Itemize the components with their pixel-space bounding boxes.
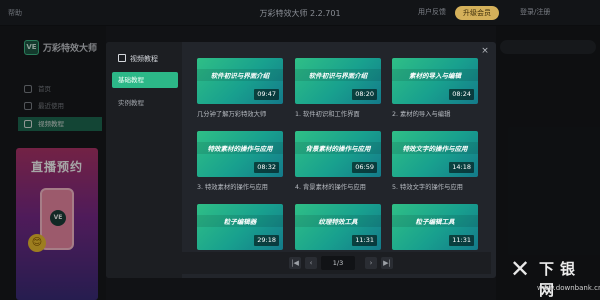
video-thumbnail[interactable]: 粒子编辑工具 11:31 bbox=[392, 204, 478, 250]
duration-badge: 06:59 bbox=[352, 162, 377, 173]
app-window: VE 万彩特效大师 首页 最近使用 视频教程 直播预约 VE 😊 帮助 万彩特效… bbox=[0, 0, 600, 300]
watermark-url: www.downbank.cn bbox=[537, 284, 600, 292]
duration-badge: 09:47 bbox=[254, 89, 279, 100]
video-caption: 5. 特效文字的操作与应用 bbox=[392, 184, 463, 191]
tab-examples[interactable]: 实例教程 bbox=[112, 95, 178, 111]
video-caption: 1. 软件初识和工作界面 bbox=[295, 111, 360, 118]
video-thumbnail[interactable]: 特效文字的操作与应用 14:18 bbox=[392, 131, 478, 177]
video-card[interactable]: 粒子编辑工具 11:31 bbox=[392, 204, 478, 250]
thumbnail-title: 软件初识与界面介绍 bbox=[210, 72, 270, 80]
duration-badge: 08:20 bbox=[352, 89, 377, 100]
video-card[interactable]: 背景素材的操作与应用 06:59 4. 背景素材的操作与应用 bbox=[295, 131, 381, 191]
thumbnail-title: 纹理特效工具 bbox=[318, 218, 358, 226]
pagination: |◀ ‹ 1/3 › ▶| bbox=[181, 252, 491, 274]
video-caption: 3. 特效素材的操作与应用 bbox=[197, 184, 268, 191]
watermark: ✕ 下银网 www.downbank.cn bbox=[505, 252, 600, 300]
thumbnail-title: 特效素材的操作与应用 bbox=[207, 145, 273, 153]
watermark-logo-icon: ✕ bbox=[509, 255, 531, 283]
video-caption: 几分钟了解万彩特效大师 bbox=[197, 111, 267, 118]
prev-page-button[interactable]: ‹ bbox=[305, 257, 317, 269]
feedback-link[interactable]: 用户反馈 bbox=[418, 7, 446, 17]
page-indicator[interactable]: 1/3 bbox=[321, 256, 355, 270]
dialog-title: 视频教程 bbox=[130, 55, 158, 63]
thumbnail-title: 软件初识与界面介绍 bbox=[308, 72, 368, 80]
last-page-button[interactable]: ▶| bbox=[381, 257, 393, 269]
video-card[interactable]: 素材的导入与编辑 08:24 2. 素材的导入与编辑 bbox=[392, 58, 478, 118]
duration-badge: 08:24 bbox=[449, 89, 474, 100]
video-thumbnail[interactable]: 素材的导入与编辑 08:24 bbox=[392, 58, 478, 104]
video-thumbnail[interactable]: 纹理特效工具 11:31 bbox=[295, 204, 381, 250]
close-icon[interactable]: × bbox=[480, 46, 490, 56]
window-title: 万彩特效大师 2.2.701 bbox=[259, 9, 341, 18]
video-thumbnail[interactable]: 软件初识与界面介绍 09:47 bbox=[197, 58, 283, 104]
thumbnail-title: 特效文字的操作与应用 bbox=[402, 145, 468, 153]
next-page-button[interactable]: › bbox=[365, 257, 377, 269]
login-button[interactable]: 登录/注册 bbox=[520, 7, 550, 17]
thumbnail-title: 粒子编辑器 bbox=[223, 218, 257, 226]
dialog-header: 视频教程 bbox=[118, 54, 158, 64]
video-caption: 4. 背景素材的操作与应用 bbox=[295, 184, 366, 191]
video-card[interactable]: 纹理特效工具 11:31 bbox=[295, 204, 381, 250]
thumbnail-title: 粒子编辑工具 bbox=[415, 218, 455, 226]
video-card[interactable]: 软件初识与界面介绍 08:20 1. 软件初识和工作界面 bbox=[295, 58, 381, 118]
tutorial-dialog: 视频教程 基础教程 实例教程 × 软件初识与界面介绍 09:47 几分钟了解万彩特… bbox=[106, 42, 496, 278]
video-thumbnail[interactable]: 背景素材的操作与应用 06:59 bbox=[295, 131, 381, 177]
duration-badge: 11:31 bbox=[449, 235, 474, 246]
tutorial-nav: 视频教程 基础教程 实例教程 bbox=[106, 42, 182, 278]
thumbnail-title: 背景素材的操作与应用 bbox=[305, 145, 371, 153]
thumbnail-title: 素材的导入与编辑 bbox=[409, 72, 461, 80]
video-icon bbox=[118, 54, 126, 62]
video-card[interactable]: 特效素材的操作与应用 08:32 3. 特效素材的操作与应用 bbox=[197, 131, 283, 191]
video-thumbnail[interactable]: 软件初识与界面介绍 08:20 bbox=[295, 58, 381, 104]
duration-badge: 14:18 bbox=[449, 162, 474, 173]
duration-badge: 08:32 bbox=[254, 162, 279, 173]
duration-badge: 29:18 bbox=[254, 235, 279, 246]
video-card[interactable]: 粒子编辑器 29:18 bbox=[197, 204, 283, 250]
video-thumbnail[interactable]: 特效素材的操作与应用 08:32 bbox=[197, 131, 283, 177]
duration-badge: 11:31 bbox=[352, 235, 377, 246]
upgrade-button[interactable]: 升级会员 bbox=[455, 6, 499, 20]
watermark-brand: 下银网 bbox=[539, 260, 582, 299]
title-bar: 帮助 万彩特效大师 2.2.701 用户反馈 升级会员 登录/注册 bbox=[0, 0, 600, 26]
video-caption: 2. 素材的导入与编辑 bbox=[392, 111, 451, 118]
video-card[interactable]: 软件初识与界面介绍 09:47 几分钟了解万彩特效大师 bbox=[197, 58, 283, 118]
video-card[interactable]: 特效文字的操作与应用 14:18 5. 特效文字的操作与应用 bbox=[392, 131, 478, 191]
first-page-button[interactable]: |◀ bbox=[289, 257, 301, 269]
video-thumbnail[interactable]: 粒子编辑器 29:18 bbox=[197, 204, 283, 250]
tab-basic[interactable]: 基础教程 bbox=[112, 72, 178, 88]
